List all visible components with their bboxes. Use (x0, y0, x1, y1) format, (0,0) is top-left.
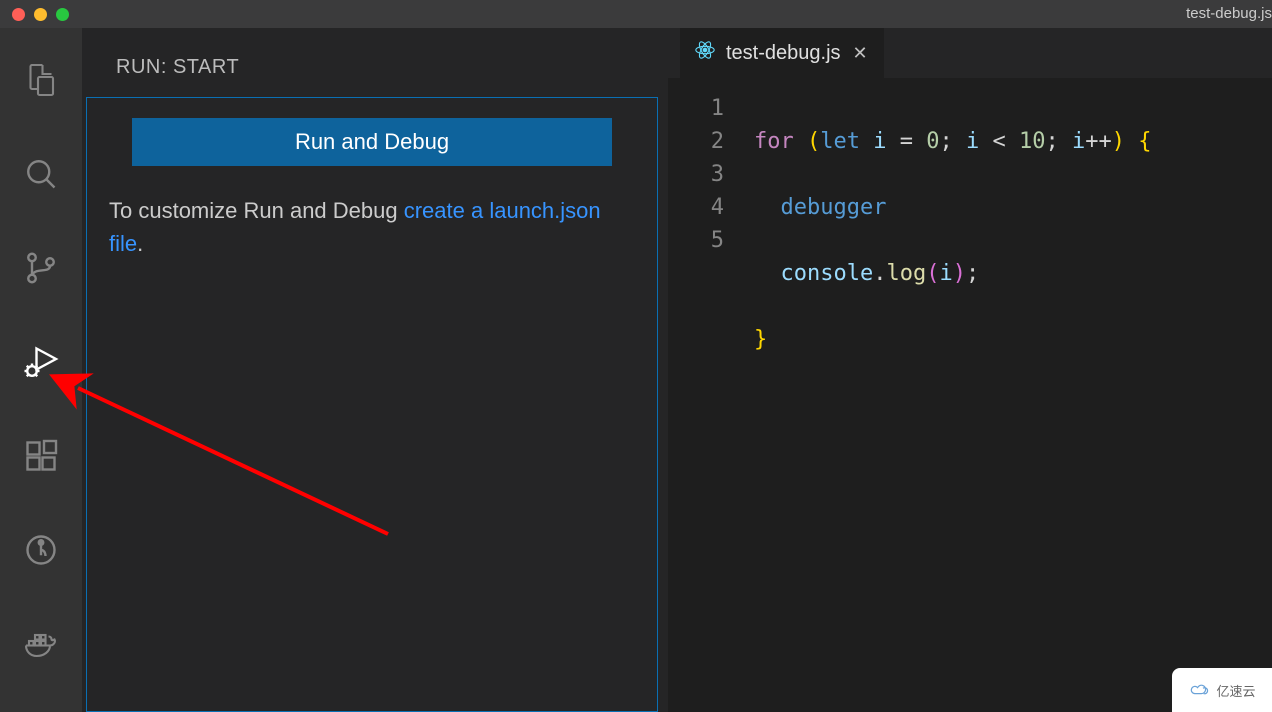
line-number: 3 (668, 158, 724, 191)
code-line: debugger (754, 191, 1272, 224)
git-graph-icon[interactable] (19, 528, 63, 572)
line-number-gutter: 1 2 3 4 5 (668, 92, 754, 712)
search-icon[interactable] (19, 152, 63, 196)
run-debug-icon[interactable] (19, 340, 63, 384)
tab-filename: test-debug.js (726, 42, 841, 65)
code-content[interactable]: for (let i = 0; i < 10; i++) { debugger … (754, 92, 1272, 712)
editor-tab[interactable]: test-debug.js ✕ (680, 28, 885, 78)
window-body: RUN: START Run and Debug To customize Ru… (0, 28, 1272, 712)
watermark-text: 亿速云 (1216, 681, 1255, 700)
traffic-lights (12, 8, 69, 21)
source-control-icon[interactable] (19, 246, 63, 290)
line-number: 2 (668, 125, 724, 158)
close-tab-icon[interactable]: ✕ (851, 41, 870, 66)
helper-suffix: . (137, 231, 143, 256)
vscode-window: test-debug.js (0, 0, 1272, 712)
extensions-icon[interactable] (19, 434, 63, 478)
react-icon (694, 39, 716, 67)
window-title: test-debug.js (1186, 0, 1272, 28)
watermark-badge: 亿速云 (1172, 668, 1272, 712)
activity-bar (0, 28, 82, 712)
editor-area: test-debug.js ✕ 1 2 3 4 5 for (let i = 0… (668, 28, 1272, 712)
close-window-button[interactable] (12, 8, 25, 21)
code-area[interactable]: 1 2 3 4 5 for (let i = 0; i < 10; i++) {… (668, 78, 1272, 712)
run-start-panel: Run and Debug To customize Run and Debug… (86, 97, 658, 712)
line-number: 4 (668, 191, 724, 224)
zoom-window-button[interactable] (56, 8, 69, 21)
line-number: 5 (668, 224, 724, 257)
line-number: 1 (668, 92, 724, 125)
docker-icon[interactable] (19, 622, 63, 666)
sidebar-title: RUN: START (82, 56, 668, 97)
minimize-window-button[interactable] (34, 8, 47, 21)
run-helper-text: To customize Run and Debug create a laun… (105, 194, 639, 260)
code-line: } (754, 323, 1272, 356)
helper-prefix: To customize Run and Debug (109, 198, 404, 223)
titlebar[interactable]: test-debug.js (0, 0, 1272, 28)
explorer-icon[interactable] (19, 58, 63, 102)
code-line: console.log(i); (754, 257, 1272, 290)
run-and-debug-button[interactable]: Run and Debug (132, 118, 612, 166)
editor-tabbar: test-debug.js ✕ (668, 28, 1272, 78)
code-line: for (let i = 0; i < 10; i++) { (754, 125, 1272, 158)
run-sidebar: RUN: START Run and Debug To customize Ru… (82, 28, 668, 712)
